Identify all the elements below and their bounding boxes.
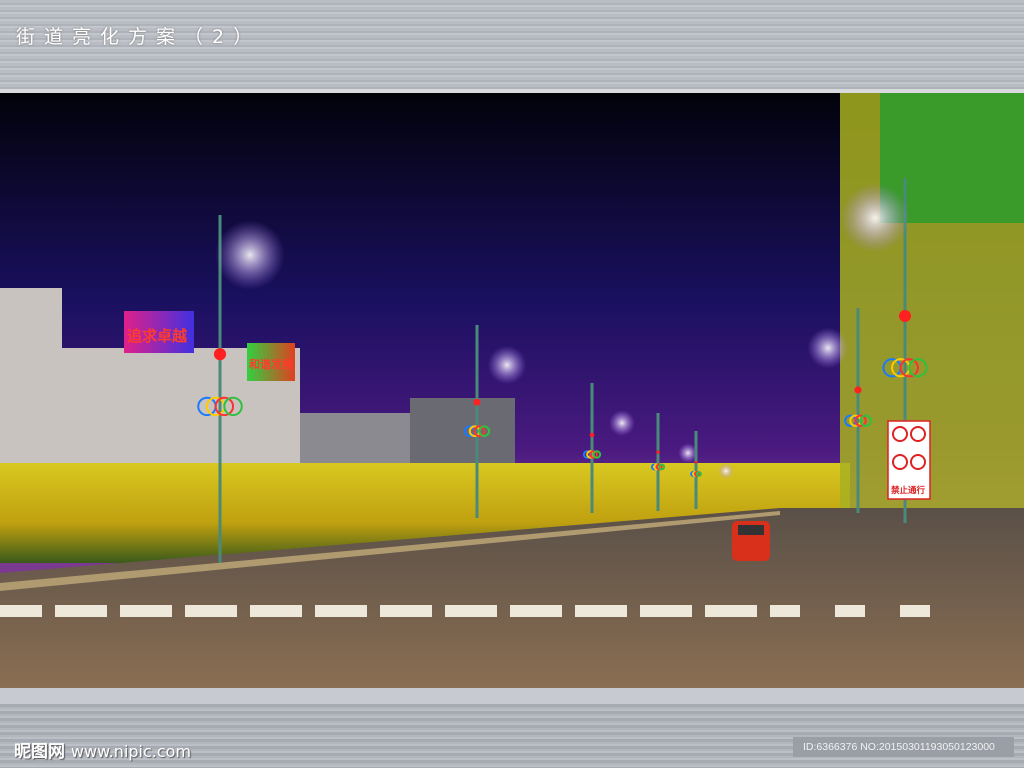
crosswalk-stripe (900, 605, 930, 617)
star-light (589, 432, 595, 438)
crosswalk-stripe (250, 605, 302, 617)
crosswalk-stripe (315, 605, 367, 617)
star-light (656, 450, 660, 454)
lamp-glow (807, 327, 849, 369)
crosswalk-stripe (55, 605, 107, 617)
star-light (213, 348, 227, 361)
crosswalk-stripe (510, 605, 562, 617)
lamp-glow (609, 410, 635, 436)
crosswalk-stripe (445, 605, 497, 617)
page-title: 街道亮化方案（2） (16, 26, 262, 48)
star-light (694, 460, 698, 464)
crosswalk-stripe (575, 605, 627, 617)
crosswalk-stripes (0, 605, 930, 617)
lamp-glow (487, 345, 527, 385)
crosswalk-stripe (640, 605, 692, 617)
site-url: www.nipic.com (70, 742, 192, 761)
lamp-glow (215, 220, 285, 290)
lamp-glow (840, 183, 910, 253)
billboard-1: 追求卓越 (127, 327, 188, 345)
lamp-glow (718, 463, 734, 479)
billboard-2: 和谐发展 (249, 357, 294, 371)
crosswalk-stripe (185, 605, 237, 617)
footer-bar: 昵图网 www.nipic.com ID:6366376 NO:20150301… (0, 688, 1024, 768)
street-lighting-render: 追求卓越 和谐发展 禁止通行 (0, 93, 1024, 688)
star-light (854, 386, 862, 394)
traffic-sign: 禁止通行 (887, 420, 931, 500)
crosswalk-stripe (0, 605, 42, 617)
sign-text: 禁止通行 (890, 485, 926, 496)
crosswalk-stripe (380, 605, 432, 617)
image-id-label: ID:6366376 NO:20150301193050123000 (793, 737, 1014, 757)
watermark-logo[interactable]: 昵图网 www.nipic.com (14, 737, 191, 762)
crosswalk-stripe (705, 605, 757, 617)
crosswalk-stripe (120, 605, 172, 617)
crosswalk-stripe (770, 605, 800, 617)
star-light (473, 398, 481, 406)
site-name: 昵图网 (14, 742, 65, 762)
crosswalk-stripe (835, 605, 865, 617)
star-light (898, 309, 912, 323)
red-car (732, 521, 770, 561)
header-bar: 街道亮化方案（2） (0, 0, 1024, 93)
